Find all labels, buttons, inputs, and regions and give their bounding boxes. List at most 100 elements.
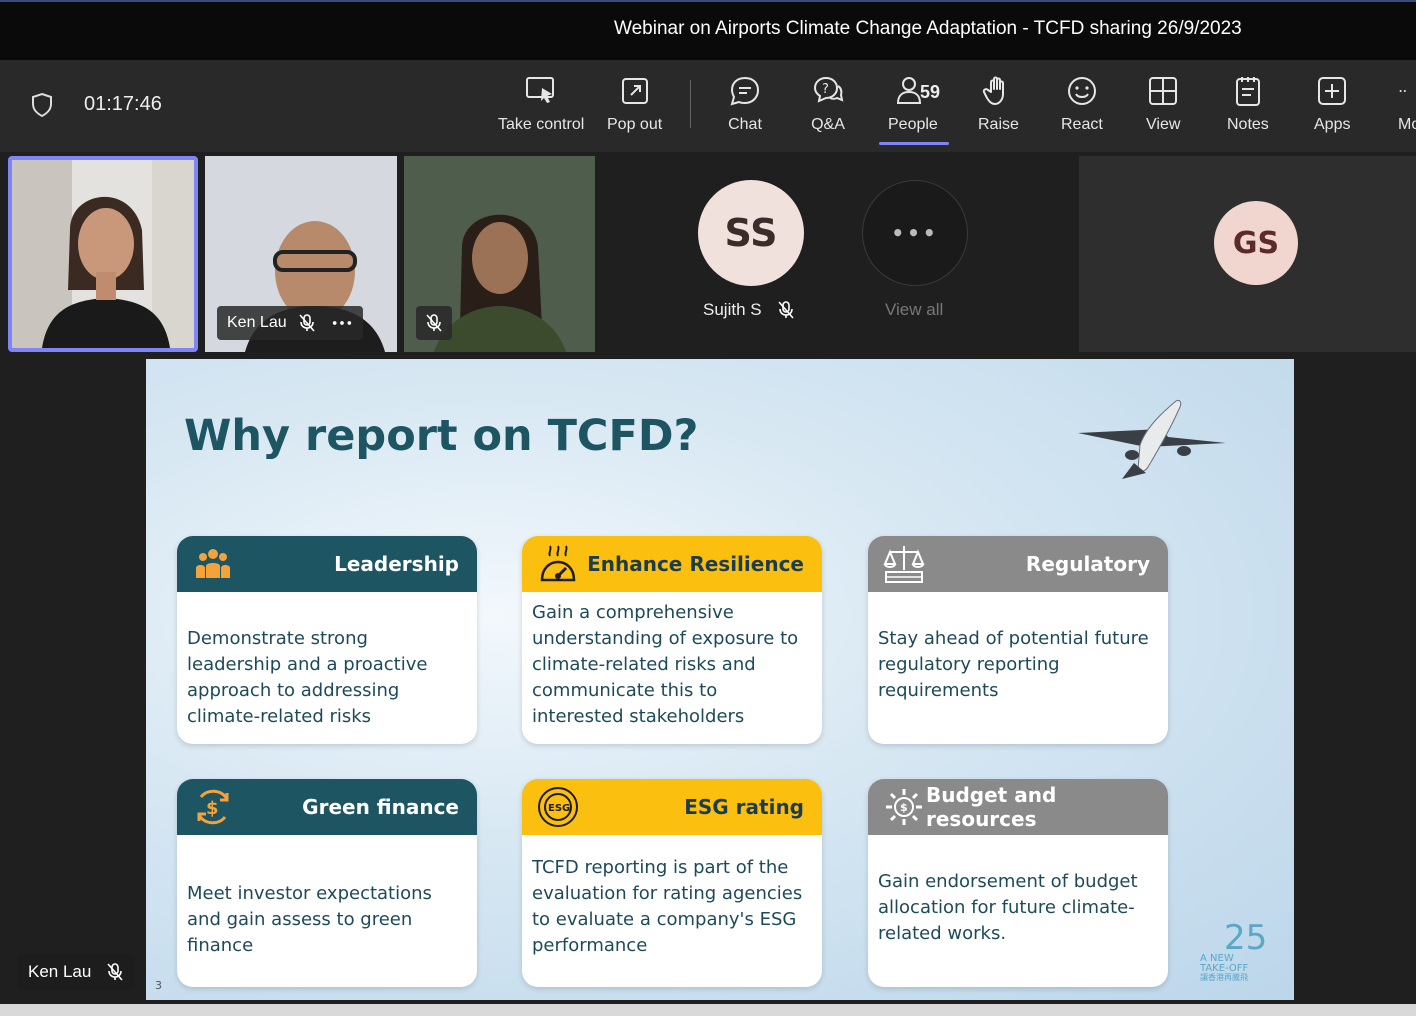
gear-icon: $ bbox=[886, 789, 922, 825]
mic-off-icon bbox=[777, 301, 794, 319]
participant-tile-speaker[interactable] bbox=[8, 156, 198, 352]
card-body: Gain endorsement of budget allocation fo… bbox=[878, 871, 1138, 944]
chat-icon bbox=[730, 76, 760, 106]
svg-text:ESG: ESG bbox=[548, 803, 570, 814]
raise-hand-icon bbox=[983, 76, 1005, 105]
svg-text:讓香港再騰飛: 讓香港再騰飛 bbox=[1200, 972, 1248, 981]
slide-title: Why report on TCFD? bbox=[184, 411, 699, 461]
card-title: Budget and resources bbox=[926, 783, 1057, 831]
pop-out-button[interactable]: Pop out bbox=[607, 74, 662, 144]
meeting-timer: 01:17:46 bbox=[84, 93, 162, 115]
teams-meeting-window: Webinar on Airports Climate Change Adapt… bbox=[0, 0, 1416, 1016]
card-header: $ Green finance bbox=[177, 779, 477, 835]
apps-button[interactable]: Apps bbox=[1314, 74, 1350, 144]
card-header: $ Budget and resources bbox=[868, 779, 1168, 835]
presenter-name-chip: Ken Lau bbox=[18, 954, 136, 990]
card-esg-rating: ESG ESG rating TCFD reporting is part of… bbox=[522, 779, 822, 987]
scales-icon bbox=[883, 546, 925, 583]
mic-off-icon bbox=[426, 314, 442, 332]
card-title: Regulatory bbox=[1025, 552, 1150, 576]
card-header: Regulatory bbox=[868, 536, 1168, 592]
card-title: Green finance bbox=[302, 795, 459, 819]
view-all-button[interactable]: ••• bbox=[862, 180, 968, 286]
participant-tile-gs[interactable]: GS bbox=[1079, 156, 1416, 352]
avatar-sujith[interactable]: SS bbox=[698, 180, 804, 286]
view-button[interactable]: View bbox=[1146, 74, 1180, 144]
people-count-badge: 59 bbox=[920, 82, 941, 102]
take-control-button[interactable]: Take control bbox=[498, 74, 584, 144]
view-label: View bbox=[1146, 116, 1181, 133]
more-dots-icon bbox=[1399, 89, 1406, 93]
meeting-toolbar: 01:17:46 Take control Pop out Chat ? Q&A… bbox=[0, 60, 1416, 152]
card-header: Enhance Resilience bbox=[522, 536, 822, 592]
raise-label: Raise bbox=[978, 116, 1019, 133]
card-header: Leadership bbox=[177, 536, 477, 592]
notes-icon bbox=[1235, 77, 1260, 106]
anniversary-logo: 25 A NEW TAKE-OFF 讓香港再騰飛 bbox=[1199, 918, 1267, 981]
notes-label: Notes bbox=[1227, 116, 1269, 133]
qa-button[interactable]: ? Q&A bbox=[811, 74, 845, 144]
title-bar: Webinar on Airports Climate Change Adapt… bbox=[0, 0, 1416, 60]
plus-square-icon bbox=[1318, 77, 1347, 105]
window-title: Webinar on Airports Climate Change Adapt… bbox=[614, 18, 1242, 39]
smiley-icon bbox=[1067, 77, 1096, 105]
people-active-indicator bbox=[879, 142, 949, 145]
notes-button[interactable]: Notes bbox=[1227, 74, 1269, 144]
card-header: ESG ESG rating bbox=[522, 779, 822, 835]
gauge-heat-icon bbox=[540, 545, 576, 582]
participant-tile-ken-lau[interactable]: Ken Lau bbox=[205, 156, 397, 352]
svg-text:$: $ bbox=[900, 801, 908, 814]
react-label: React bbox=[1061, 116, 1103, 133]
airplane-icon bbox=[1078, 400, 1226, 479]
dollar-cycle-icon: $ bbox=[197, 789, 229, 825]
mic-off-icon bbox=[299, 314, 315, 332]
layout-grid-icon bbox=[1149, 77, 1178, 105]
shield-icon[interactable] bbox=[30, 92, 54, 118]
card-title: ESG rating bbox=[684, 795, 804, 819]
participant-mic-chip bbox=[416, 306, 452, 340]
participant-video bbox=[12, 160, 194, 348]
more-label: Mo bbox=[1398, 116, 1416, 133]
card-leadership: Leadership Demonstrate strong leadership… bbox=[177, 536, 477, 744]
card-body: Meet investor expectations and gain asse… bbox=[187, 883, 432, 956]
card-budget-resources: $ Budget and resources Gain endorsement … bbox=[868, 779, 1168, 987]
more-button[interactable]: Mo bbox=[1398, 74, 1416, 144]
avatar-gs: GS bbox=[1214, 201, 1298, 285]
card-title: Leadership bbox=[334, 552, 459, 576]
participant-tile-3[interactable] bbox=[404, 156, 595, 352]
svg-text:25: 25 bbox=[1224, 918, 1267, 958]
toolbar-divider bbox=[690, 80, 691, 128]
slide-page-number: 3 bbox=[155, 979, 162, 992]
view-all-label[interactable]: View all bbox=[885, 300, 943, 320]
more-options-icon[interactable] bbox=[331, 319, 353, 327]
chat-button[interactable]: Chat bbox=[728, 74, 762, 144]
card-green-finance: $ Green finance Meet investor expectatio… bbox=[177, 779, 477, 987]
presentation-slide: Why report on TCFD? Leadership Demonstra… bbox=[146, 359, 1294, 1000]
shared-content-stage: Why report on TCFD? Leadership Demonstra… bbox=[0, 358, 1416, 1004]
apps-label: Apps bbox=[1314, 116, 1351, 133]
card-enhance-resilience: Enhance Resilience Gain a comprehensive … bbox=[522, 536, 822, 744]
raise-hand-button[interactable]: Raise bbox=[978, 74, 1019, 144]
participant-strip: Ken Lau SS Sujith S ••• View all GS bbox=[0, 152, 1416, 358]
participant-name: Ken Lau bbox=[227, 314, 287, 331]
react-button[interactable]: React bbox=[1061, 74, 1103, 144]
take-control-icon bbox=[526, 77, 555, 103]
people-group-icon bbox=[196, 549, 230, 578]
participant-label-sujith: Sujith S bbox=[703, 300, 796, 320]
card-body: Demonstrate strong leadership and a proa… bbox=[187, 628, 428, 727]
qa-label: Q&A bbox=[811, 116, 845, 133]
card-body: Stay ahead of potential future regulator… bbox=[878, 628, 1149, 701]
participant-name: Sujith S bbox=[703, 300, 762, 319]
participant-name-chip: Ken Lau bbox=[217, 306, 363, 340]
card-title: Enhance Resilience bbox=[587, 552, 804, 576]
pop-out-icon bbox=[621, 78, 648, 104]
svg-text:$: $ bbox=[206, 798, 219, 819]
pop-out-label: Pop out bbox=[607, 116, 663, 133]
card-body: TCFD reporting is part of the evaluation… bbox=[532, 857, 803, 956]
qa-icon: ? bbox=[813, 76, 844, 103]
mic-off-icon bbox=[107, 963, 123, 981]
card-body: Gain a comprehensive understanding of ex… bbox=[532, 602, 799, 727]
svg-text:?: ? bbox=[822, 82, 829, 97]
take-control-label: Take control bbox=[498, 116, 585, 133]
esg-badge-icon: ESG bbox=[538, 787, 578, 827]
